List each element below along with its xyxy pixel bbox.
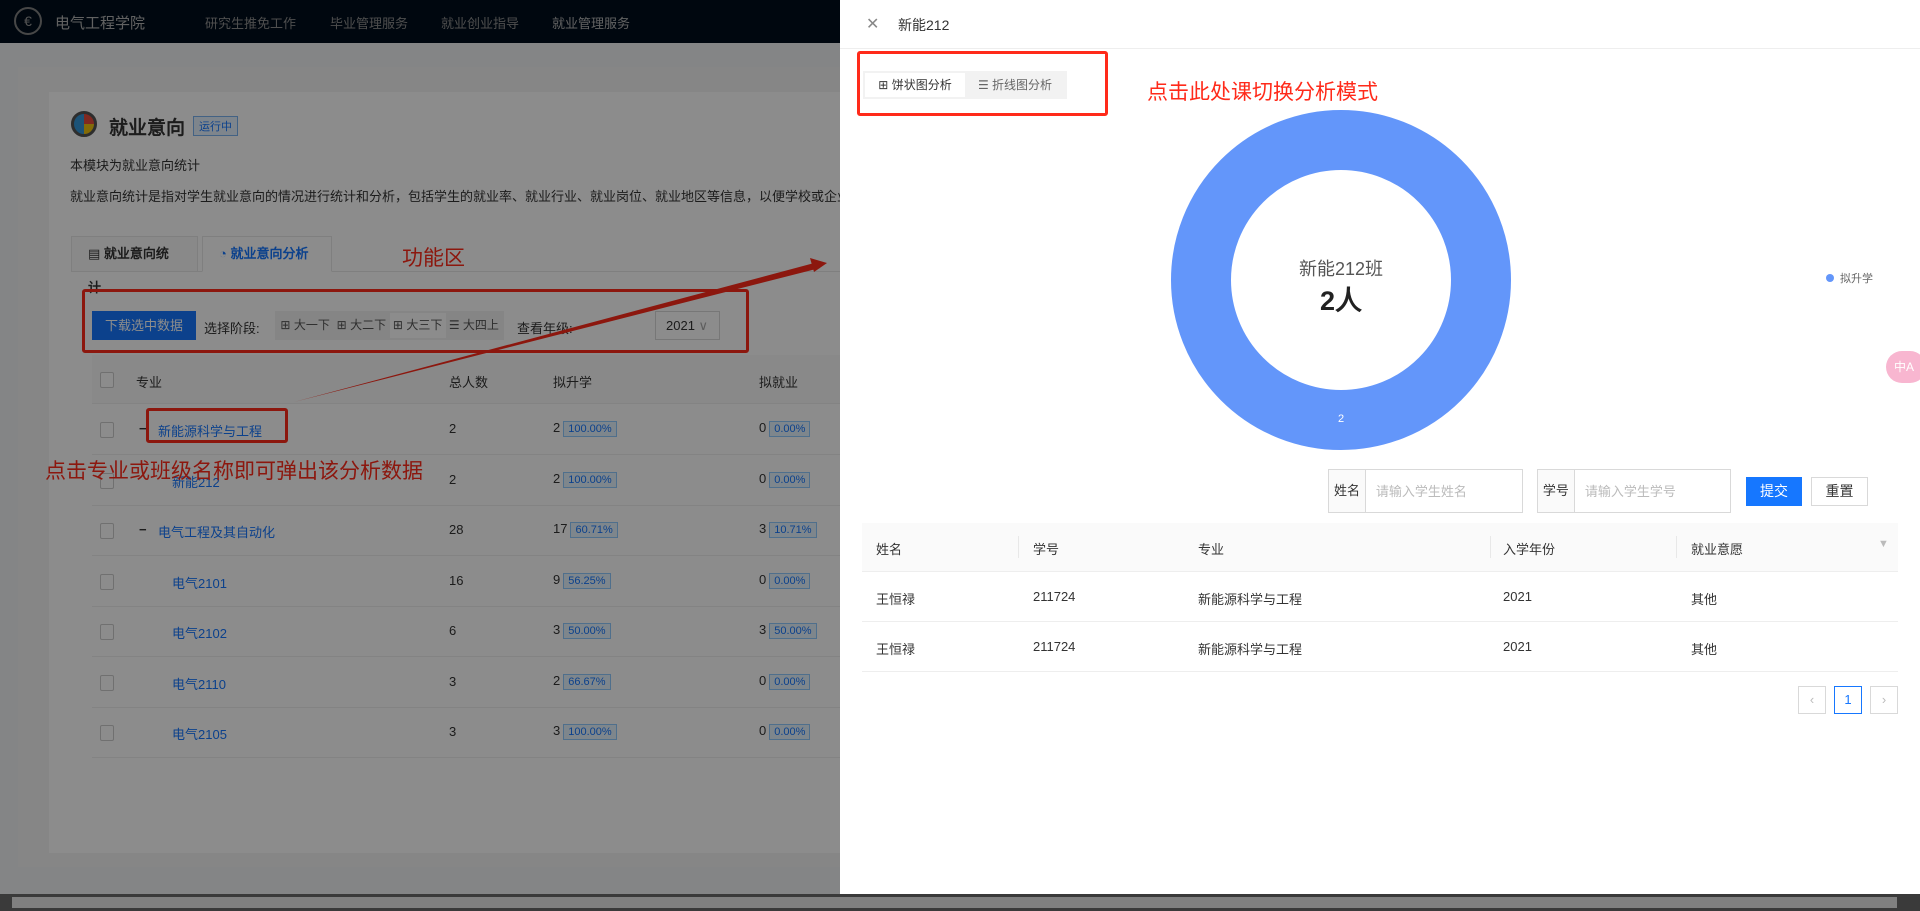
id-input[interactable] [1574,470,1730,512]
col-header: 专业 [1198,542,1225,557]
col-divider [1676,536,1677,558]
close-icon[interactable]: ✕ [866,14,879,34]
student-table-header: 姓名 学号 专业 入学年份 就业意愿 ▼ [862,523,1898,572]
student-row: 王恒禄 211724 新能源科学与工程 2021 其他 [862,622,1898,672]
id-field: 学号 [1537,469,1731,513]
modal-mask[interactable] [0,0,840,894]
translate-float-button[interactable]: 中A [1886,351,1920,383]
donut-chart: 新能212班 2人 2 拟升学 [1171,110,1873,450]
col-header: 姓名 [876,542,903,557]
name-label: 姓名 [1329,470,1366,512]
student-cell: 王恒禄 [876,641,916,657]
col-header: 学号 [1033,542,1060,557]
col-header: 就业意愿 [1691,542,1744,557]
center-value: 2人 [1320,286,1362,316]
pie-slice-拟升学 [1171,110,1511,450]
student-cell: 新能源科学与工程 [1198,592,1303,607]
scrollbar-thumb[interactable] [12,897,1897,908]
legend-label[interactable]: 拟升学 [1840,271,1873,285]
legend-marker [1826,274,1834,282]
col-divider [1018,536,1019,558]
drawer-header: ✕ 新能212 [840,0,1920,49]
student-cell: 211724 [1033,589,1076,604]
student-row: 王恒禄 211724 新能源科学与工程 2021 其他 [862,572,1898,622]
student-cell: 2021 [1503,589,1532,604]
analysis-drawer: ✕ 新能212 ⊞ 饼状图分析 ☰ 折线图分析 点击此处课切换分析模式 新能21… [840,0,1920,894]
student-cell: 2021 [1503,638,1532,654]
prev-page-button[interactable]: ‹ [1798,686,1826,714]
name-field: 姓名 [1328,469,1523,513]
student-cell: 其他 [1691,641,1718,657]
col-header: 入学年份 [1503,542,1556,557]
student-cell: 王恒禄 [876,592,916,607]
student-cell: 211724 [1033,638,1076,654]
student-cell: 新能源科学与工程 [1198,641,1303,657]
col-divider [1490,536,1491,558]
filter-icon[interactable]: ▼ [1878,538,1889,550]
reset-button[interactable]: 重置 [1811,477,1868,506]
nav-mask [0,0,840,43]
student-cell: 其他 [1691,592,1718,607]
id-label: 学号 [1538,470,1575,512]
horizontal-scrollbar[interactable] [0,894,1920,911]
name-input[interactable] [1365,470,1522,512]
page-1[interactable]: 1 [1834,686,1862,714]
drawer-title: 新能212 [898,17,950,33]
center-title: 新能212班 [1299,259,1383,279]
next-page-button[interactable]: › [1870,686,1898,714]
data-label: 2 [1338,413,1344,425]
submit-button[interactable]: 提交 [1746,477,1802,506]
